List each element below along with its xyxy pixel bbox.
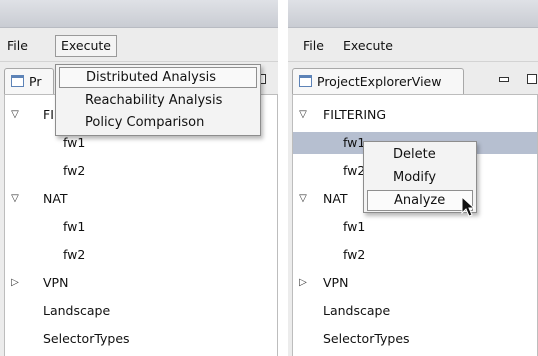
tree-node-nat-fw2[interactable]: fw2 xyxy=(293,244,537,266)
minimize-icon[interactable] xyxy=(498,74,509,84)
tree-node-nat[interactable]: ▽ NAT xyxy=(5,188,277,210)
tree-node-selectortypes[interactable]: SelectorTypes xyxy=(5,328,277,350)
tree-node-selectortypes[interactable]: SelectorTypes xyxy=(293,328,537,350)
tree-label: fw1 xyxy=(63,219,86,234)
tree-node-vpn[interactable]: ▷ VPN xyxy=(5,272,277,294)
tree-label: fw2 xyxy=(343,163,366,178)
menu-item-policy-comparison[interactable]: Policy Comparison xyxy=(59,112,257,133)
menu-item-distributed-analysis[interactable]: Distributed Analysis xyxy=(59,67,257,88)
tree-label: fw1 xyxy=(343,219,366,234)
tree-node-nat-fw1[interactable]: fw1 xyxy=(5,216,277,238)
execute-dropdown-menu: Distributed Analysis Reachability Analys… xyxy=(55,64,261,136)
tab-project-explorer[interactable]: ProjectExplorerView xyxy=(292,68,464,94)
tree-node-landscape[interactable]: Landscape xyxy=(5,300,277,322)
tree-label: fw2 xyxy=(63,163,86,178)
context-menu: Delete Modify Analyze xyxy=(363,141,477,213)
project-tree: ▽ FILTERING fw1 fw2 ▽ NAT fw1 fw2 ▷ VPN xyxy=(292,94,538,356)
title-bar[interactable] xyxy=(0,0,278,28)
tree-label: Landscape xyxy=(323,303,391,318)
tree-label: NAT xyxy=(43,191,68,206)
tree-node-vpn[interactable]: ▷ VPN xyxy=(293,272,537,294)
view-icon xyxy=(11,75,24,87)
menu-bar: File Execute xyxy=(0,28,278,62)
tree-node-fw2[interactable]: fw2 xyxy=(5,160,277,182)
menu-item-reachability-analysis[interactable]: Reachability Analysis xyxy=(59,90,257,111)
tree-label: VPN xyxy=(43,275,69,290)
tree-label: SelectorTypes xyxy=(323,331,410,346)
tree-label: fw1 xyxy=(343,135,366,150)
expand-right-icon[interactable]: ▷ xyxy=(9,272,21,294)
expand-right-icon[interactable]: ▷ xyxy=(297,272,309,294)
tree-label: Landscape xyxy=(43,303,111,318)
expand-down-icon[interactable]: ▽ xyxy=(9,188,21,210)
tree-node-nat-fw2[interactable]: fw2 xyxy=(5,244,277,266)
execute-menu[interactable]: Execute xyxy=(343,38,393,53)
tree-label: fw2 xyxy=(63,247,86,262)
tab-label: ProjectExplorerView xyxy=(317,74,442,89)
tree-label: NAT xyxy=(323,191,348,206)
tree-label: FI xyxy=(43,107,54,122)
tree-label: VPN xyxy=(323,275,349,290)
file-menu[interactable]: File xyxy=(303,38,324,53)
tree-node-landscape[interactable]: Landscape xyxy=(293,300,537,322)
tree-label: fw2 xyxy=(343,247,366,262)
view-icon xyxy=(299,75,312,87)
expand-down-icon[interactable]: ▽ xyxy=(9,104,21,126)
tree-label: FILTERING xyxy=(323,107,387,122)
tree-label: SelectorTypes xyxy=(43,331,130,346)
maximize-icon[interactable] xyxy=(527,74,537,84)
execute-menu[interactable]: Execute xyxy=(55,35,117,57)
context-item-analyze[interactable]: Analyze xyxy=(367,190,473,211)
context-item-modify[interactable]: Modify xyxy=(367,167,473,188)
expand-down-icon[interactable]: ▽ xyxy=(297,104,309,126)
title-bar[interactable] xyxy=(288,0,538,28)
left-window: File Execute Pr ▽ FI fw1 fw2 ▽ NAT fw1 f… xyxy=(0,0,278,356)
mouse-cursor-icon xyxy=(461,196,476,217)
file-menu[interactable]: File xyxy=(7,38,28,53)
tab-label: Pr xyxy=(29,74,42,89)
tree-node-nat-fw1[interactable]: fw1 xyxy=(293,216,537,238)
menu-bar: File Execute xyxy=(288,28,538,62)
tree-node-filtering[interactable]: ▽ FILTERING xyxy=(293,104,537,126)
context-item-delete[interactable]: Delete xyxy=(367,144,473,165)
tab-project-explorer[interactable]: Pr xyxy=(4,68,54,94)
expand-down-icon[interactable]: ▽ xyxy=(297,188,309,210)
